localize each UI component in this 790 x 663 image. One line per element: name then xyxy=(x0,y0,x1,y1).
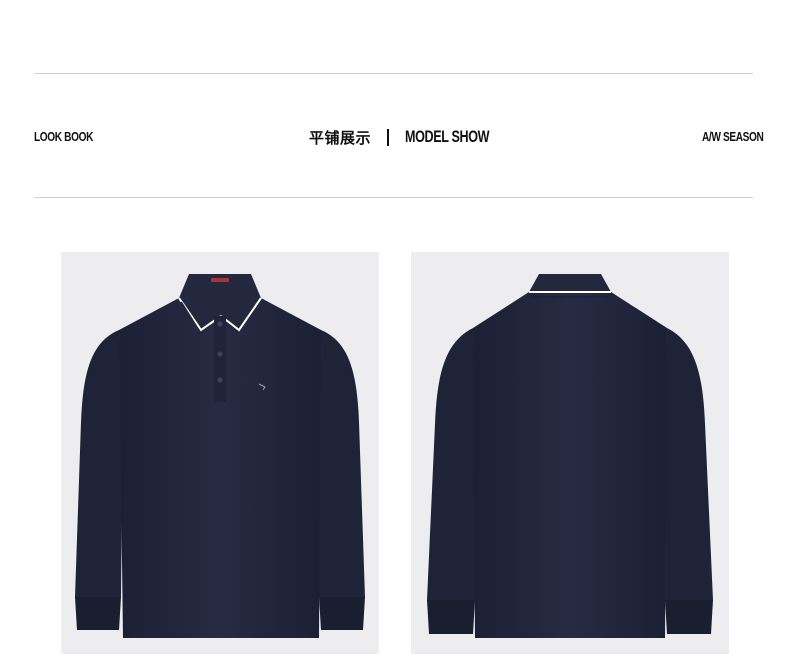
bottom-divider-line xyxy=(34,197,753,198)
product-photo-front xyxy=(61,252,379,654)
section-title-en: MODEL SHOW xyxy=(405,127,490,146)
polo-shirt-front-image xyxy=(75,274,365,638)
section-title-cn: 平铺展示 xyxy=(309,128,372,147)
title-separator xyxy=(387,128,390,146)
polo-shirt-back-image xyxy=(427,274,713,638)
season-label: A/W SEASON xyxy=(702,129,764,144)
product-photo-back xyxy=(411,252,729,654)
top-divider-line xyxy=(34,73,753,74)
look-book-label: LOOK BOOK xyxy=(34,129,94,144)
section-title: 平铺展示 MODEL SHOW xyxy=(309,126,519,148)
